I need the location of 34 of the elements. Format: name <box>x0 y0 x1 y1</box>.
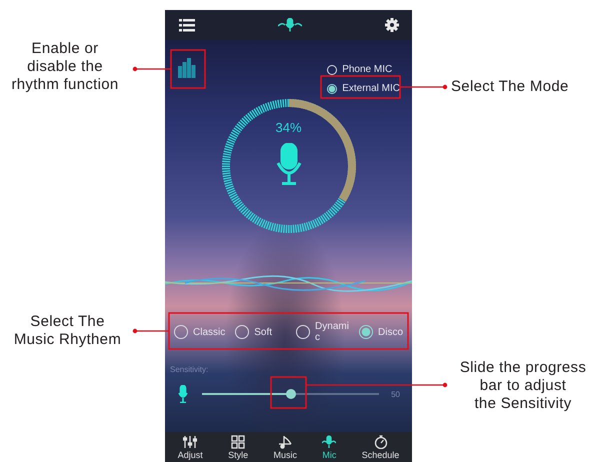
music-note-icon <box>278 435 292 449</box>
menu-icon[interactable] <box>179 18 195 32</box>
bar-chart-icon[interactable] <box>178 58 196 78</box>
stopwatch-icon <box>374 435 388 449</box>
annotation-text: Enable or disable the rhythm function <box>10 40 120 94</box>
radio-button[interactable]: Soft <box>235 325 272 339</box>
microphone-wave-icon <box>322 435 336 449</box>
settings-icon[interactable] <box>385 18 399 32</box>
sensitivity-label: Sensitivity: <box>170 365 208 374</box>
callout-frame <box>170 49 206 89</box>
radio-button[interactable]: Dynamic <box>296 321 350 343</box>
nav-tab[interactable]: Music <box>273 435 297 460</box>
grid-icon <box>231 435 246 449</box>
nav-tab[interactable]: Mic <box>322 435 336 460</box>
radio-button[interactable]: External MIC <box>327 83 400 94</box>
sensitivity-slider[interactable] <box>202 389 380 399</box>
level-percentage: 34% <box>275 120 302 135</box>
leader-line <box>400 84 448 90</box>
leader-line <box>132 328 169 334</box>
sensitivity-value: 50 <box>391 390 400 398</box>
radio-button[interactable]: Phone MIC <box>327 64 400 75</box>
annotation-text: Select The Music Rhythem <box>12 313 122 349</box>
sliders-icon <box>183 435 198 449</box>
annotation-text: Slide the progress bar to adjust the Sensitivity <box>458 359 588 413</box>
nav-tab[interactable]: Schedule <box>362 435 400 460</box>
callout-frame <box>270 376 307 409</box>
annotation-text: Select The Mode <box>451 78 569 96</box>
slider-thumb[interactable] <box>286 389 296 399</box>
microphone-wave-icon <box>278 18 302 32</box>
microphone-icon <box>276 143 302 185</box>
leader-line <box>132 66 171 72</box>
microphone-icon <box>178 385 188 403</box>
nav-tab[interactable]: Adjust <box>178 435 203 460</box>
nav-tab[interactable]: Style <box>228 435 248 460</box>
